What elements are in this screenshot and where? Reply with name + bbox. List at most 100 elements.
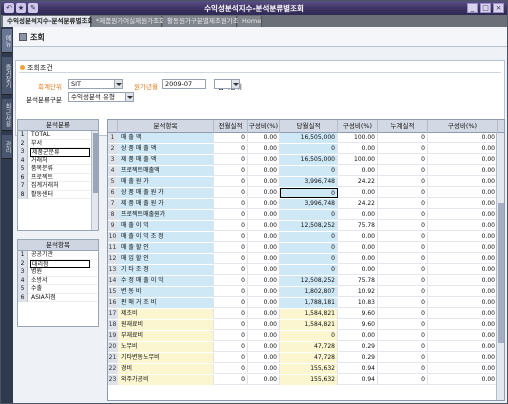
table-row[interactable]: 20 노무비 0 0.00 47,728 0.29 0 0.00 — [108, 342, 498, 352]
scroll-thumb[interactable] — [93, 133, 98, 193]
table-cell[interactable]: 0.00 — [428, 133, 498, 143]
list-item[interactable]: 3 제품군분류 — [18, 148, 98, 157]
table-cell[interactable]: 0 — [214, 188, 248, 198]
table-cell[interactable]: 0.00 — [248, 276, 280, 286]
table-cell[interactable]: 0.00 — [338, 265, 378, 275]
table-cell[interactable]: 0 — [378, 276, 428, 286]
table-cell[interactable]: 0 — [378, 199, 428, 209]
table-cell[interactable]: 프로젝트매출원가 — [118, 210, 214, 220]
side-tab-recent[interactable]: 최근사용 — [2, 99, 12, 131]
table-cell[interactable]: 0.00 — [248, 331, 280, 341]
table-cell[interactable]: 0.00 — [338, 166, 378, 176]
table-cell[interactable]: 0 — [214, 298, 248, 308]
table-cell[interactable]: 0 — [214, 353, 248, 363]
table-cell[interactable]: 0 — [280, 243, 338, 253]
table-cell[interactable]: 매 입 할 인 — [118, 254, 214, 264]
table-cell[interactable]: 프로젝트매출액 — [118, 166, 214, 176]
table-cell[interactable]: 0.00 — [428, 265, 498, 275]
column-header-item[interactable]: 분석항목 — [118, 120, 214, 133]
table-cell[interactable]: 0 — [378, 144, 428, 154]
period-input[interactable]: 2009-07 — [162, 79, 206, 89]
table-cell[interactable]: 0.00 — [428, 232, 498, 242]
table-cell[interactable]: 1,802,807 — [280, 287, 338, 297]
table-cell[interactable]: 0 — [378, 309, 428, 319]
table-cell[interactable]: 수 정 매 출 이 익 — [118, 276, 214, 286]
chevron-down-icon[interactable] — [231, 80, 239, 88]
chevron-down-icon[interactable] — [114, 80, 122, 88]
table-cell[interactable]: 0.00 — [248, 375, 280, 385]
table-row[interactable]: 14 수 정 매 출 이 익 0 0.00 12,508,252 75.78 0 0.00 — [108, 276, 498, 286]
table-cell[interactable]: 0 — [214, 221, 248, 231]
column-header-cumulative[interactable]: 누계실적 — [378, 120, 428, 133]
maximize-button[interactable]: □ — [480, 3, 491, 13]
table-cell[interactable]: 0.00 — [248, 309, 280, 319]
company-select[interactable]: SIT — [68, 79, 123, 89]
table-cell[interactable]: 0.00 — [428, 166, 498, 176]
table-cell[interactable]: 0 — [378, 331, 428, 341]
table-cell[interactable]: 0.00 — [428, 364, 498, 374]
table-row[interactable]: 12 매 입 할 인 0 0.00 0 0.00 0 0.00 — [108, 254, 498, 264]
table-cell[interactable]: 0.00 — [248, 232, 280, 242]
table-cell[interactable]: 제 품 매 출 원 가 — [118, 199, 214, 209]
table-cell[interactable]: 원재료비 — [118, 320, 214, 330]
table-cell[interactable]: 매 출 이 익 조 정 — [118, 232, 214, 242]
table-cell[interactable]: 0 — [378, 375, 428, 385]
table-cell[interactable]: 0 — [378, 232, 428, 242]
table-cell[interactable]: 매 출 이 익 — [118, 221, 214, 231]
table-cell[interactable]: 0.00 — [248, 342, 280, 352]
table-cell[interactable]: 0 — [214, 320, 248, 330]
table-row[interactable]: 17 제조비 0 0.00 1,584,821 9.60 0 0.00 — [108, 309, 498, 319]
list-item[interactable]: 5 수출 — [18, 285, 98, 294]
table-cell[interactable]: 0.94 — [338, 375, 378, 385]
table-cell[interactable]: 0.00 — [428, 144, 498, 154]
list-item[interactable]: 6 ASIA지점 — [18, 293, 98, 302]
table-cell[interactable]: 노무비 — [118, 342, 214, 352]
table-cell[interactable]: 1,584,821 — [280, 320, 338, 330]
table-cell[interactable]: 0.00 — [428, 320, 498, 330]
table-cell[interactable]: 47,728 — [280, 342, 338, 352]
table-cell[interactable]: 변 동 비 — [118, 287, 214, 297]
table-cell[interactable]: 0 — [280, 188, 338, 198]
table-cell[interactable]: 0 — [214, 276, 248, 286]
table-cell[interactable]: 0 — [378, 210, 428, 220]
table-cell[interactable]: 75.78 — [338, 276, 378, 286]
table-cell[interactable]: 0.00 — [428, 177, 498, 187]
table-cell[interactable]: 상 품 매 출 원 가 — [118, 188, 214, 198]
table-cell[interactable]: 3,996,748 — [280, 177, 338, 187]
table-cell[interactable]: 0 — [214, 144, 248, 154]
amount-unit-select[interactable] — [214, 79, 240, 89]
table-cell[interactable]: 0.00 — [338, 232, 378, 242]
table-cell[interactable]: 0 — [378, 133, 428, 143]
list-item[interactable]: 7 집계거래처 — [18, 182, 98, 191]
table-cell[interactable]: 0.00 — [428, 298, 498, 308]
table-cell[interactable]: 0.00 — [248, 254, 280, 264]
table-cell[interactable]: 0.00 — [428, 375, 498, 385]
table-cell[interactable]: 1,788,181 — [280, 298, 338, 308]
table-cell[interactable]: 0.00 — [248, 188, 280, 198]
table-cell[interactable]: 0.00 — [248, 199, 280, 209]
column-header-prev-ratio[interactable]: 구성비(%) — [248, 120, 280, 133]
column-header-current-ratio[interactable]: 구성비(%) — [338, 120, 378, 133]
table-cell[interactable]: 0 — [280, 331, 338, 341]
table-row[interactable]: 5매 출 원 가 0 0.00 3,996,748 24.22 0 0.00 — [108, 177, 498, 187]
table-cell[interactable]: 9.60 — [338, 309, 378, 319]
table-cell[interactable]: 0.00 — [428, 254, 498, 264]
table-cell[interactable]: 0.00 — [248, 177, 280, 187]
table-cell[interactable]: 0 — [378, 287, 428, 297]
column-header-prev-month[interactable]: 전월실적 — [214, 120, 248, 133]
chevron-down-icon[interactable] — [125, 93, 133, 101]
column-header-cumulative-ratio[interactable]: 구성비(%) — [428, 120, 498, 133]
table-cell[interactable]: 0.00 — [338, 188, 378, 198]
table-cell[interactable]: 0.00 — [428, 342, 498, 352]
table-cell[interactable]: 0 — [378, 342, 428, 352]
table-cell[interactable]: 매 출 할 인 — [118, 243, 214, 253]
table-cell[interactable]: 0.00 — [428, 287, 498, 297]
table-cell[interactable]: 0.00 — [248, 353, 280, 363]
table-row[interactable]: 19 부재료비 0 0.00 0 0.00 0 0.00 — [108, 331, 498, 341]
table-row[interactable]: 23 외주가공비 0 0.00 155,632 0.94 0 0.00 — [108, 375, 498, 385]
tab-activity-cost[interactable]: 활동원가구분별제조원가조회 — [163, 16, 245, 27]
table-cell[interactable]: 3,996,748 — [280, 199, 338, 209]
table-cell[interactable]: 155,632 — [280, 364, 338, 374]
table-cell[interactable]: 0.00 — [248, 265, 280, 275]
table-cell[interactable]: 0.00 — [248, 243, 280, 253]
